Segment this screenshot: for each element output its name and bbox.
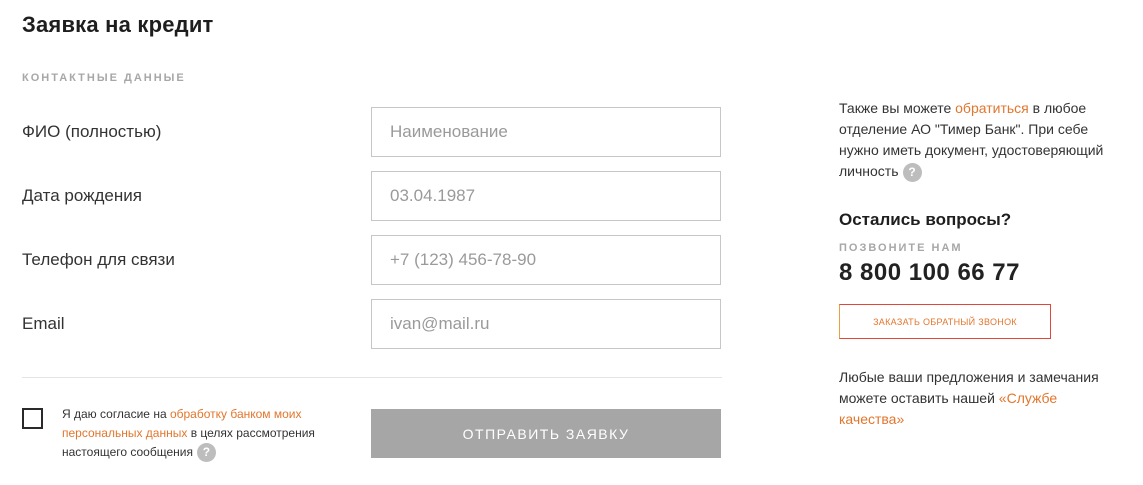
form-row-phone: Телефон для связи: [22, 235, 722, 285]
fullname-input[interactable]: [371, 107, 721, 157]
email-label: Email: [22, 314, 65, 333]
page-title: Заявка на кредит: [22, 12, 214, 37]
branch-info-text: Также вы можете обратиться в любое отдел…: [839, 98, 1119, 182]
feedback-text: Любые ваши предложения и замечания может…: [839, 367, 1119, 430]
section-label-contacts: КОНТАКТНЫЕ ДАННЫЕ: [22, 72, 186, 84]
phone-input[interactable]: [371, 235, 721, 285]
phone-number[interactable]: 8 800 100 66 77: [839, 259, 1119, 287]
question-icon[interactable]: ?: [196, 443, 216, 463]
feedback-text-before: Любые ваши предложения и замечания может…: [839, 369, 1099, 406]
aside-panel: Также вы можете обратиться в любое отдел…: [839, 98, 1119, 430]
contact-branch-link[interactable]: обратиться: [955, 100, 1029, 116]
branch-info-before: Также вы можете: [839, 100, 956, 116]
questions-heading: Остались вопросы?: [839, 210, 1012, 229]
consent-text-before: Я даю согласие на: [62, 407, 170, 421]
call-us-label: ПОЗВОНИТЕ НАМ: [839, 242, 963, 254]
submit-application-button[interactable]: ОТПРАВИТЬ ЗАЯВКУ: [371, 409, 721, 458]
question-icon[interactable]: ?: [902, 162, 922, 182]
fullname-label: ФИО (полностью): [22, 122, 162, 141]
email-input[interactable]: [371, 299, 721, 349]
consent-checkbox[interactable]: [22, 408, 43, 429]
consent-text: Я даю согласие на обработку банком моих …: [62, 405, 322, 463]
form-row-email: Email: [22, 299, 722, 349]
birthdate-label: Дата рождения: [22, 186, 142, 205]
phone-label: Телефон для связи: [22, 250, 175, 269]
callback-request-button[interactable]: ЗАКАЗАТЬ ОБРАТНЫЙ ЗВОНОК: [839, 304, 1051, 339]
form-row-fullname: ФИО (полностью): [22, 107, 722, 157]
form-divider: [22, 377, 722, 378]
birthdate-input[interactable]: [371, 171, 721, 221]
form-row-birthdate: Дата рождения: [22, 171, 722, 221]
